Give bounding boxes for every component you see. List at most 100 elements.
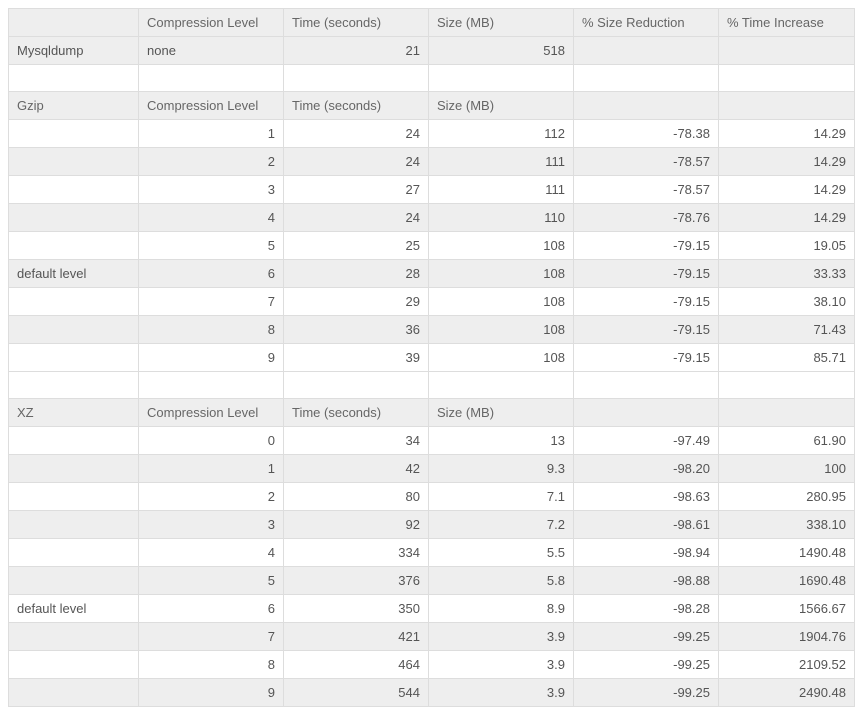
cell-increase: 1904.76 [719, 623, 855, 651]
cell-reduction: -79.15 [574, 232, 719, 260]
cell-increase [719, 37, 855, 65]
row-label [9, 316, 139, 344]
cell-size: 13 [429, 427, 574, 455]
header-increase: % Time Increase [719, 9, 855, 37]
cell-level: 6 [139, 595, 284, 623]
cell-time: 24 [284, 204, 429, 232]
cell-time: 464 [284, 651, 429, 679]
cell-level: 6 [139, 260, 284, 288]
table-row: 43345.5-98.941490.48 [9, 539, 855, 567]
section-header-row: GzipCompression LevelTime (seconds)Size … [9, 92, 855, 120]
cell-time: 42 [284, 455, 429, 483]
cell-level: 7 [139, 623, 284, 651]
row-label [9, 679, 139, 707]
header-size: Size (MB) [429, 399, 574, 427]
blank-cell [719, 372, 855, 399]
cell-reduction: -98.88 [574, 567, 719, 595]
blank-row [9, 65, 855, 92]
cell-time: 334 [284, 539, 429, 567]
cell-reduction: -98.61 [574, 511, 719, 539]
row-label: default level [9, 260, 139, 288]
cell-reduction: -79.15 [574, 316, 719, 344]
cell-level: 9 [139, 679, 284, 707]
header-blank [719, 92, 855, 120]
cell-level: 5 [139, 232, 284, 260]
blank-cell [139, 372, 284, 399]
mysqldump-row: Mysqldumpnone21518 [9, 37, 855, 65]
cell-increase: 38.10 [719, 288, 855, 316]
cell-increase: 14.29 [719, 204, 855, 232]
cell-level: none [139, 37, 284, 65]
blank-cell [574, 65, 719, 92]
cell-time: 21 [284, 37, 429, 65]
cell-time: 24 [284, 120, 429, 148]
cell-increase: 14.29 [719, 176, 855, 204]
header-size: Size (MB) [429, 92, 574, 120]
table-row: default level628108-79.1533.33 [9, 260, 855, 288]
table-row: 03413-97.4961.90 [9, 427, 855, 455]
cell-reduction: -98.20 [574, 455, 719, 483]
cell-increase: 2490.48 [719, 679, 855, 707]
header-blank [9, 9, 139, 37]
row-label [9, 567, 139, 595]
cell-increase: 33.33 [719, 260, 855, 288]
header-time: Time (seconds) [284, 399, 429, 427]
cell-time: 39 [284, 344, 429, 372]
cell-level: 4 [139, 539, 284, 567]
cell-size: 108 [429, 288, 574, 316]
table-row: 53765.8-98.881690.48 [9, 567, 855, 595]
cell-time: 92 [284, 511, 429, 539]
cell-increase: 280.95 [719, 483, 855, 511]
cell-level: 2 [139, 148, 284, 176]
cell-reduction: -79.15 [574, 260, 719, 288]
blank-cell [429, 372, 574, 399]
cell-size: 111 [429, 148, 574, 176]
cell-reduction: -98.94 [574, 539, 719, 567]
table-row: 124112-78.3814.29 [9, 120, 855, 148]
row-label [9, 539, 139, 567]
header-time: Time (seconds) [284, 92, 429, 120]
section-name: Mysqldump [9, 37, 139, 65]
cell-time: 544 [284, 679, 429, 707]
cell-reduction: -98.28 [574, 595, 719, 623]
cell-time: 25 [284, 232, 429, 260]
header-blank [574, 399, 719, 427]
cell-size: 5.5 [429, 539, 574, 567]
cell-increase: 1690.48 [719, 567, 855, 595]
cell-level: 5 [139, 567, 284, 595]
blank-row [9, 372, 855, 399]
cell-increase: 85.71 [719, 344, 855, 372]
cell-level: 9 [139, 344, 284, 372]
table-row: 84643.9-99.252109.52 [9, 651, 855, 679]
header-blank [719, 399, 855, 427]
blank-cell [284, 372, 429, 399]
cell-increase: 14.29 [719, 148, 855, 176]
cell-level: 1 [139, 455, 284, 483]
cell-time: 34 [284, 427, 429, 455]
header-time: Time (seconds) [284, 9, 429, 37]
cell-size: 108 [429, 344, 574, 372]
table-row: default level63508.9-98.281566.67 [9, 595, 855, 623]
header-level: Compression Level [139, 399, 284, 427]
blank-cell [9, 65, 139, 92]
section-header-row: XZCompression LevelTime (seconds)Size (M… [9, 399, 855, 427]
cell-level: 0 [139, 427, 284, 455]
row-label [9, 511, 139, 539]
cell-reduction: -78.38 [574, 120, 719, 148]
row-label [9, 120, 139, 148]
cell-size: 9.3 [429, 455, 574, 483]
cell-size: 8.9 [429, 595, 574, 623]
cell-reduction: -79.15 [574, 344, 719, 372]
cell-size: 7.1 [429, 483, 574, 511]
table-row: 224111-78.5714.29 [9, 148, 855, 176]
cell-level: 2 [139, 483, 284, 511]
cell-level: 8 [139, 651, 284, 679]
cell-size: 108 [429, 316, 574, 344]
row-label [9, 455, 139, 483]
table-header-row: Compression LevelTime (seconds)Size (MB)… [9, 9, 855, 37]
header-blank [574, 92, 719, 120]
cell-reduction: -98.63 [574, 483, 719, 511]
cell-level: 8 [139, 316, 284, 344]
table-row: 1429.3-98.20100 [9, 455, 855, 483]
cell-increase: 1490.48 [719, 539, 855, 567]
